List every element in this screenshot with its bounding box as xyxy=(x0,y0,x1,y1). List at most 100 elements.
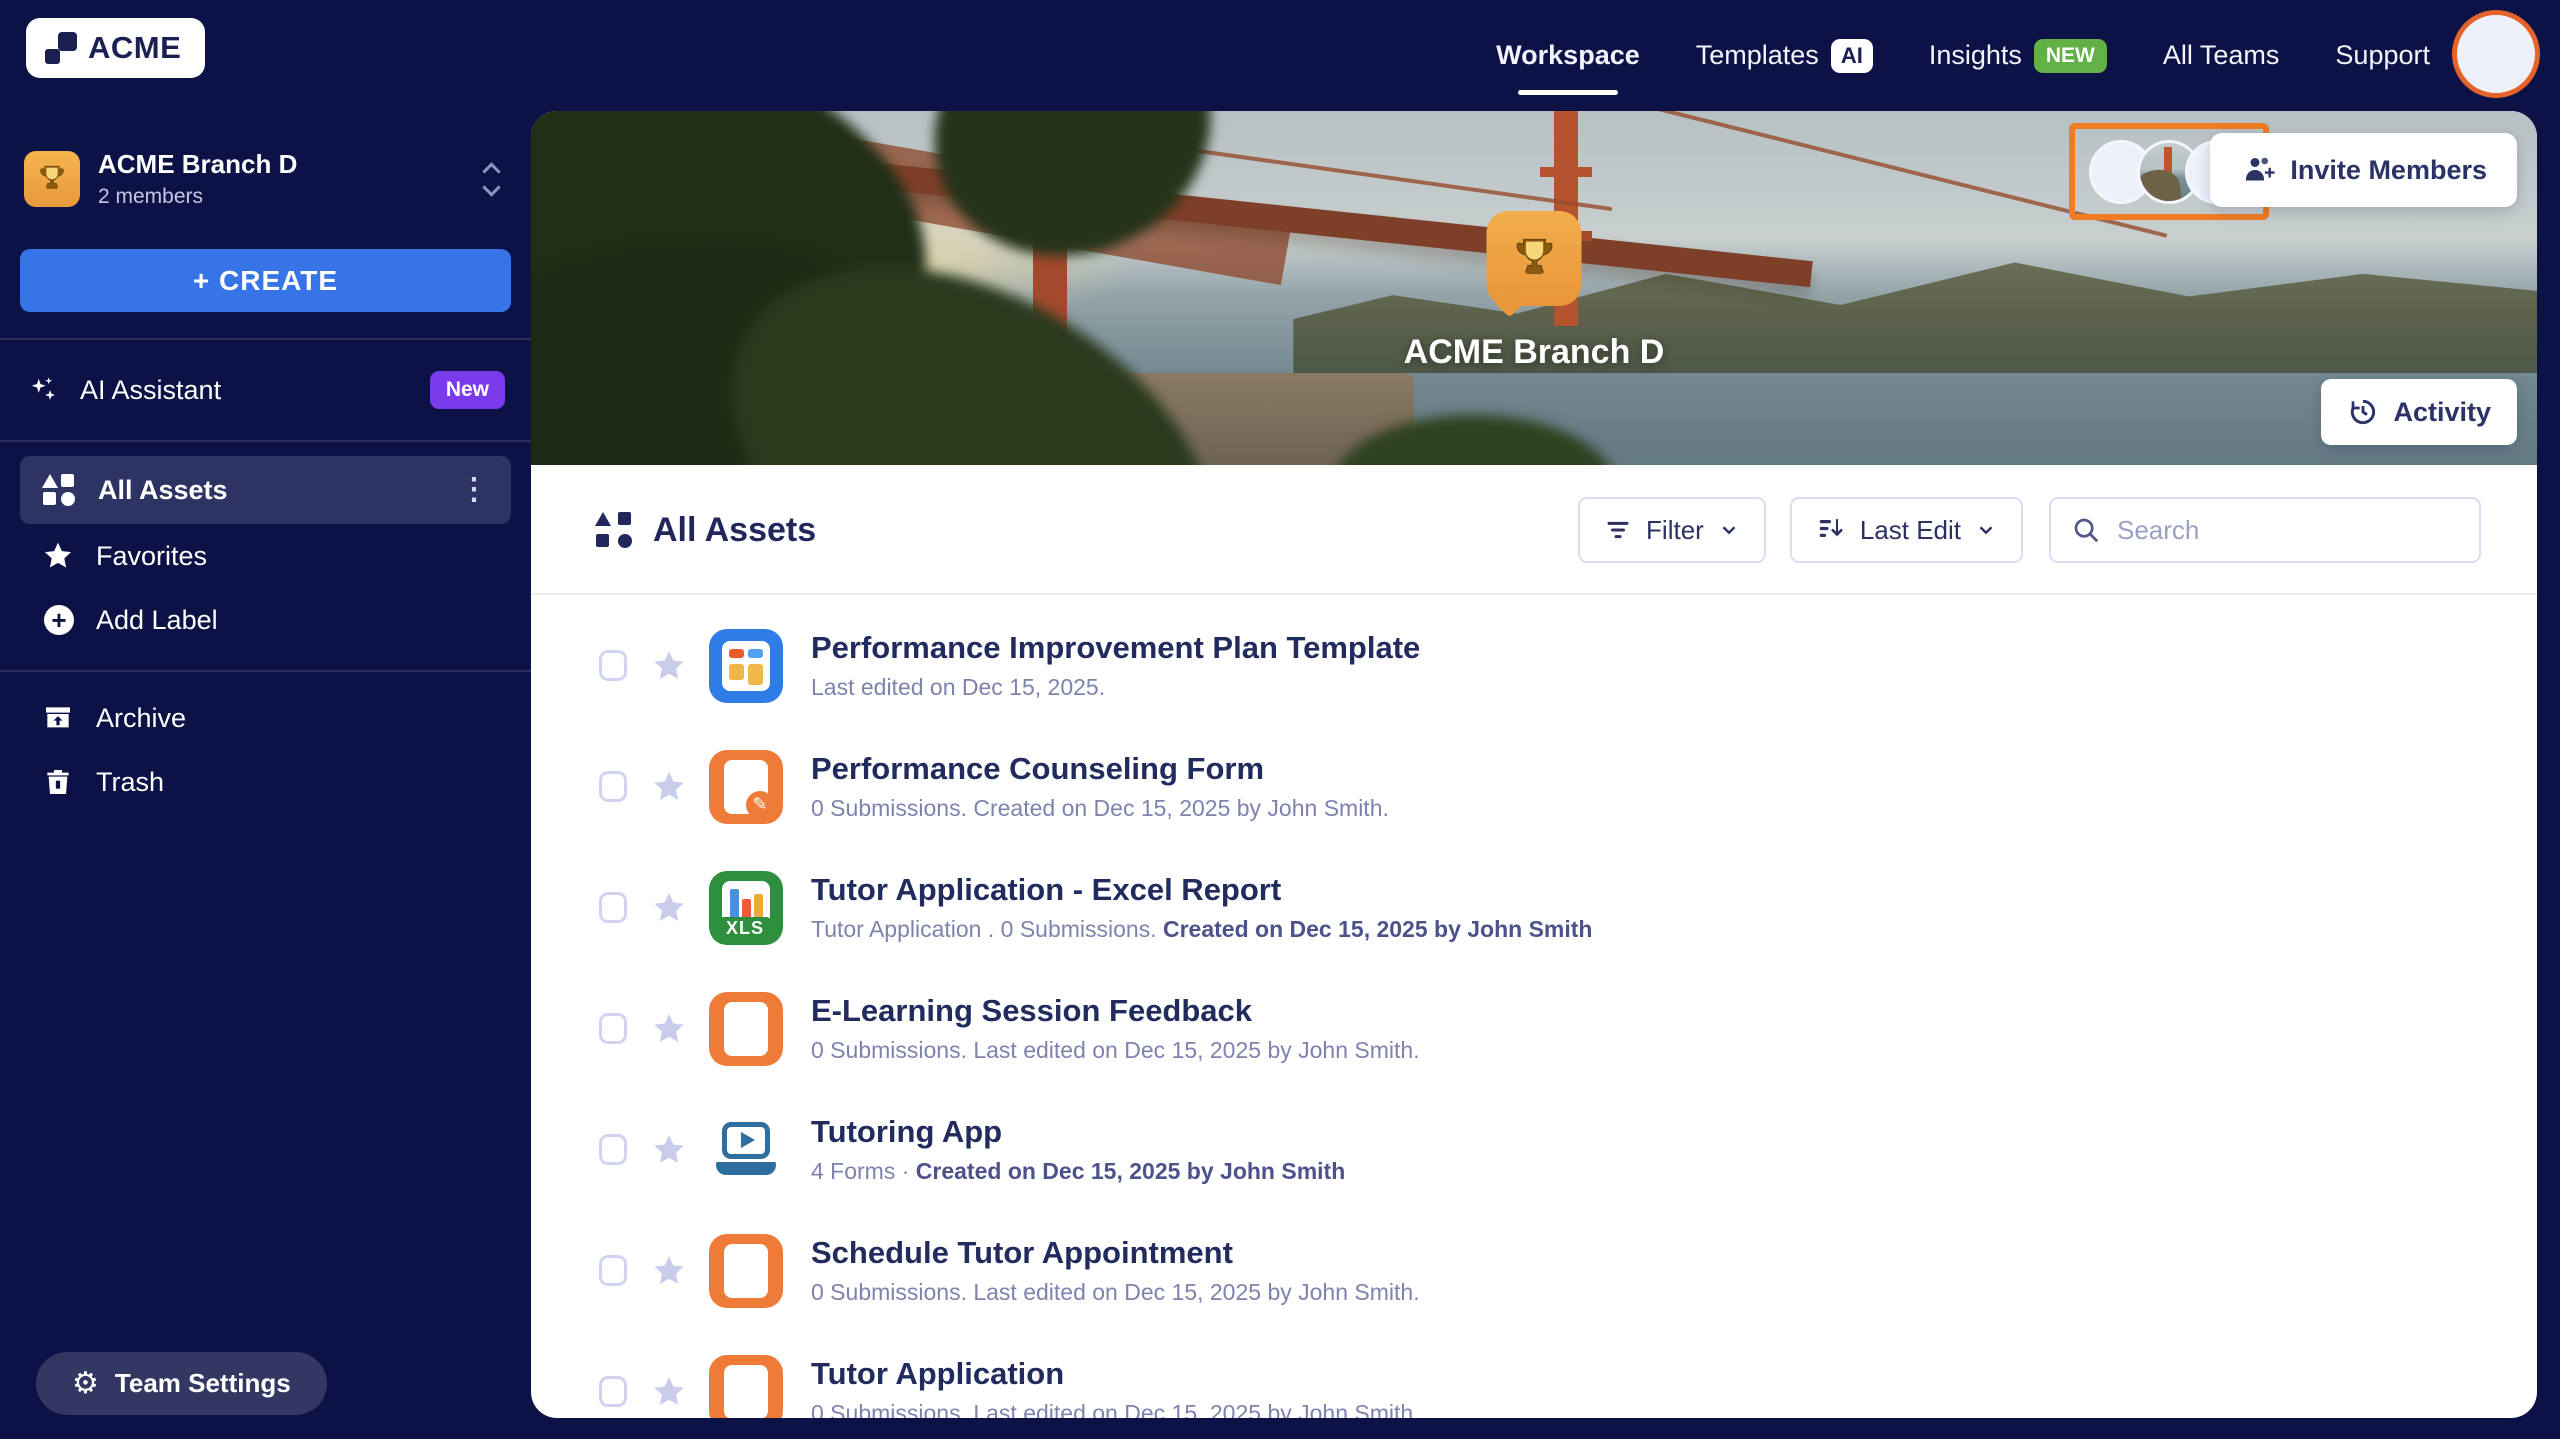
user-avatar[interactable] xyxy=(2452,10,2540,98)
filter-icon xyxy=(1604,516,1632,544)
sidebar: ACME Branch D 2 members + CREATE AI Assi… xyxy=(0,111,531,1439)
form-icon xyxy=(709,1233,783,1308)
trash-icon xyxy=(42,766,74,798)
asset-list: Performance Improvement Plan Template La… xyxy=(531,595,2537,1418)
search-input[interactable] xyxy=(2117,514,2459,546)
asset-title[interactable]: Tutor Application - Excel Report xyxy=(811,872,1592,908)
sidebar-group-archive: Archive Trash xyxy=(0,672,531,814)
xls-label: XLS xyxy=(718,916,772,941)
asset-row[interactable]: Tutor Application 0 Submissions. Last ed… xyxy=(599,1331,2481,1418)
team-selector[interactable]: ACME Branch D 2 members xyxy=(24,149,511,209)
asset-title[interactable]: Tutoring App xyxy=(811,1114,1345,1150)
ai-badge: AI xyxy=(1830,38,1873,73)
team-settings-label: Team Settings xyxy=(114,1368,291,1398)
favorite-star-icon[interactable] xyxy=(651,1132,687,1168)
search-icon xyxy=(2071,515,2101,545)
asset-subtitle: 0 Submissions. Created on Dec 15, 2025 b… xyxy=(811,795,1389,821)
nav-support[interactable]: Support xyxy=(2335,40,2430,71)
assets-toolbar: All Assets Filter Last Edit xyxy=(531,465,2537,593)
favorite-star-icon[interactable] xyxy=(651,1011,687,1047)
row-checkbox[interactable] xyxy=(599,892,627,923)
asset-subtitle: Tutor Application . 0 Submissions. Creat… xyxy=(811,916,1593,942)
invite-members-label: Invite Members xyxy=(2290,154,2487,185)
row-checkbox[interactable] xyxy=(599,1134,627,1165)
asset-row[interactable]: Performance Improvement Plan Template La… xyxy=(599,605,2481,726)
favorite-star-icon[interactable] xyxy=(651,890,687,926)
asset-subtitle: Last edited on Dec 15, 2025. xyxy=(811,674,1106,700)
star-icon xyxy=(42,540,74,572)
sort-button[interactable]: Last Edit xyxy=(1789,497,2023,563)
team-texts: ACME Branch D 2 members xyxy=(98,149,453,209)
chevron-down-icon xyxy=(1975,519,1997,541)
team-settings-button[interactable]: ⚙ Team Settings xyxy=(36,1352,327,1415)
favorite-star-icon[interactable] xyxy=(651,769,687,805)
row-checkbox[interactable] xyxy=(599,771,627,802)
favorite-star-icon[interactable] xyxy=(651,1253,687,1289)
pen-icon: ✎ xyxy=(746,790,774,819)
sidebar-item-ai-assistant[interactable]: AI Assistant New xyxy=(0,340,531,440)
asset-row[interactable]: Tutoring App 4 Forms · Created on Dec 15… xyxy=(599,1089,2481,1210)
asset-title[interactable]: Performance Improvement Plan Template xyxy=(811,630,1420,666)
team-avatar-trophy-icon[interactable] xyxy=(1486,211,1582,306)
asset-row[interactable]: XLS Tutor Application - Excel Report Tut… xyxy=(599,847,2481,968)
asset-row[interactable]: Schedule Tutor Appointment 0 Submissions… xyxy=(599,1210,2481,1331)
asset-row[interactable]: E-Learning Session Feedback 0 Submission… xyxy=(599,968,2481,1089)
nav-all-teams[interactable]: All Teams xyxy=(2163,40,2280,71)
activity-label: Activity xyxy=(2393,396,2491,427)
filter-button[interactable]: Filter xyxy=(1578,497,1766,563)
team-switch-chevrons-icon[interactable] xyxy=(471,161,511,197)
search-box[interactable] xyxy=(2049,497,2481,563)
invite-members-button[interactable]: Invite Members xyxy=(2210,133,2517,207)
row-checkbox[interactable] xyxy=(599,1255,627,1286)
favorite-star-icon[interactable] xyxy=(651,648,687,684)
nav-insights[interactable]: Insights NEW xyxy=(1929,38,2107,73)
asset-row[interactable]: ✎ Performance Counseling Form 0 Submissi… xyxy=(599,726,2481,847)
asset-subtitle: 0 Submissions. Last edited on Dec 15, 20… xyxy=(811,1037,1420,1063)
main-panel: ACME Branch D Invite Members Activity Al… xyxy=(531,111,2537,1418)
shapes-icon xyxy=(42,473,76,507)
activity-clock-icon xyxy=(2347,396,2379,428)
form-icon xyxy=(709,1354,783,1418)
top-navigation: ACME Workspace Templates AI Insights NEW A… xyxy=(0,0,2560,111)
archive-icon xyxy=(42,702,74,734)
create-button[interactable]: + CREATE xyxy=(20,249,511,312)
sidebar-item-favorites[interactable]: Favorites xyxy=(20,524,511,588)
asset-title[interactable]: Tutor Application xyxy=(811,1356,1420,1392)
sparkles-icon xyxy=(26,373,60,407)
invite-people-icon xyxy=(2240,152,2276,188)
sort-descending-icon xyxy=(1816,515,1846,545)
trophy-icon xyxy=(24,151,80,207)
sidebar-item-all-assets[interactable]: All Assets ⋮ xyxy=(20,456,511,524)
row-checkbox[interactable] xyxy=(599,650,627,681)
new-badge: New xyxy=(429,371,505,409)
sidebar-group: All Assets ⋮ Favorites + Add Label xyxy=(0,442,531,652)
favorite-star-icon[interactable] xyxy=(651,1374,687,1410)
new-badge: NEW xyxy=(2033,38,2107,73)
gear-icon: ⚙ xyxy=(72,1366,99,1400)
form-pen-icon: ✎ xyxy=(709,749,783,824)
sidebar-item-trash[interactable]: Trash xyxy=(20,750,511,814)
asset-title[interactable]: Performance Counseling Form xyxy=(811,751,1389,787)
nav-templates[interactable]: Templates AI xyxy=(1696,38,1873,73)
acme-logo[interactable]: ACME xyxy=(26,18,206,78)
asset-title[interactable]: E-Learning Session Feedback xyxy=(811,993,1420,1029)
row-checkbox[interactable] xyxy=(599,1013,627,1044)
asset-subtitle: 4 Forms · Created on Dec 15, 2025 by Joh… xyxy=(811,1158,1346,1184)
row-checkbox[interactable] xyxy=(599,1376,627,1407)
team-name-title: ACME Branch D xyxy=(1403,333,1665,371)
team-cover-banner: ACME Branch D Invite Members Activity xyxy=(531,111,2537,465)
page-title: All Assets xyxy=(653,510,817,549)
nav-workspace[interactable]: Workspace xyxy=(1496,40,1640,95)
nav-items: Workspace Templates AI Insights NEW All Te… xyxy=(1496,0,2430,111)
asset-subtitle: 0 Submissions. Last edited on Dec 15, 20… xyxy=(811,1400,1420,1418)
asset-title[interactable]: Schedule Tutor Appointment xyxy=(811,1235,1420,1271)
activity-button[interactable]: Activity xyxy=(2321,379,2517,445)
ai-assistant-label: AI Assistant xyxy=(80,374,222,405)
form-icon xyxy=(709,991,783,1066)
sidebar-item-archive[interactable]: Archive xyxy=(20,686,511,750)
team-members-count: 2 members xyxy=(98,185,204,208)
sidebar-item-add-label[interactable]: + Add Label xyxy=(20,588,511,652)
board-app-icon xyxy=(709,628,783,703)
kebab-menu-icon[interactable]: ⋮ xyxy=(459,475,489,505)
chevron-down-icon xyxy=(1718,519,1740,541)
